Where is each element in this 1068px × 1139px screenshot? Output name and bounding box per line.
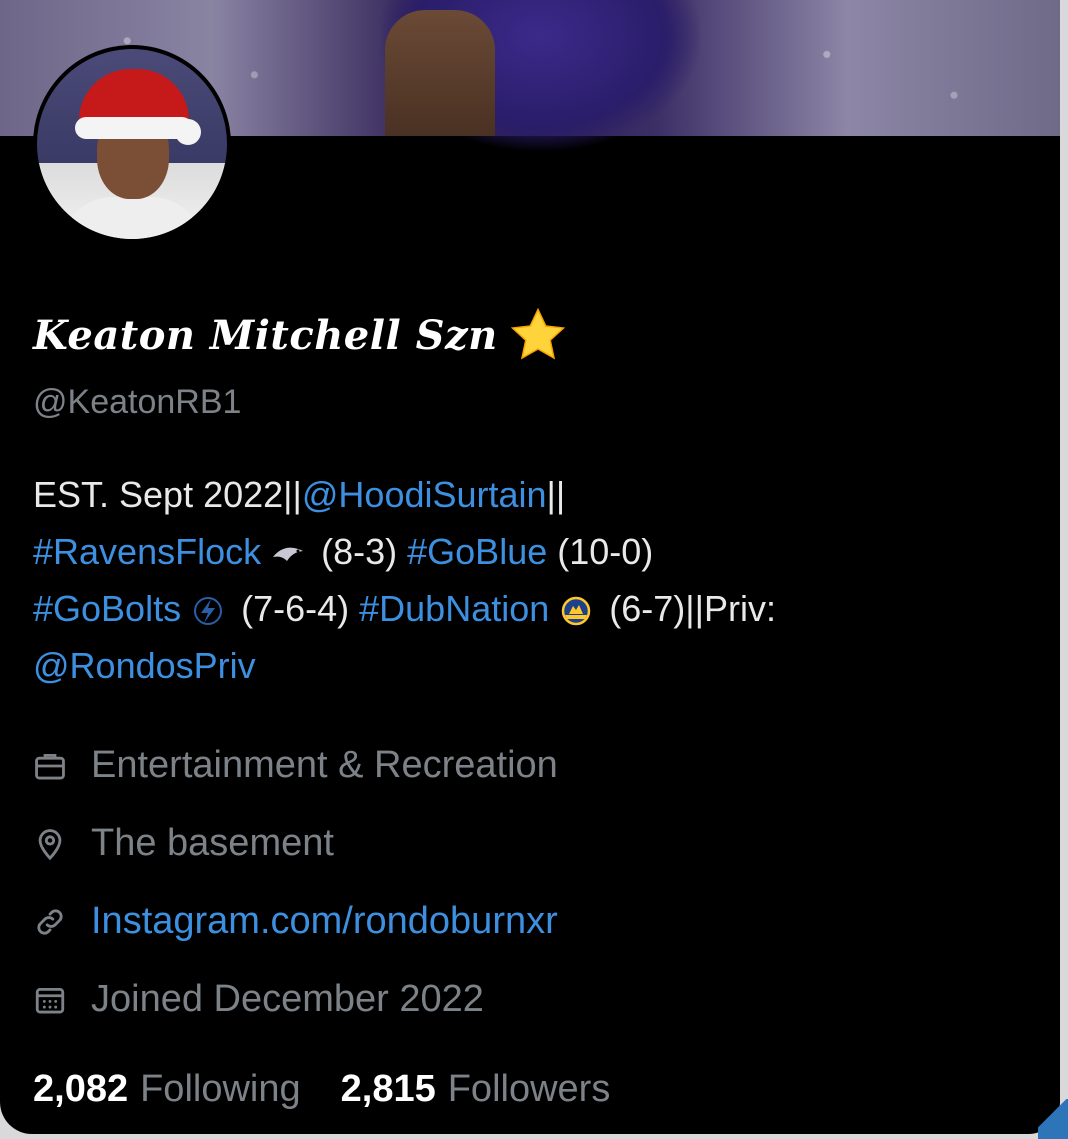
- briefcase-icon: [35, 753, 65, 779]
- follow-stats: 2,082 Following 2,815 Followers: [33, 1068, 610, 1111]
- corner-accent: [1038, 1099, 1068, 1139]
- profile-category: Entertainment & Recreation: [33, 744, 558, 787]
- profile-handle: @KeatonRB1: [33, 383, 242, 421]
- joined-text: Joined December 2022: [91, 978, 484, 1020]
- record-goblue: (10-0): [557, 531, 654, 572]
- display-name: Keaton Mitchell Szn: [33, 311, 498, 359]
- record-ravens: (8-3): [321, 531, 398, 572]
- followers-label: Followers: [447, 1068, 611, 1110]
- lightning-bolt-icon: [194, 597, 223, 626]
- profile-website: Instagram.com/rondoburnxr: [33, 900, 558, 943]
- location-text: The basement: [91, 822, 334, 864]
- followers-link[interactable]: 2,815 Followers: [341, 1068, 611, 1111]
- bio-mention-rondospriv[interactable]: @RondosPriv: [33, 645, 256, 686]
- location-pin-icon: [38, 828, 62, 860]
- hashtag-gobolts[interactable]: #GoBolts: [33, 588, 181, 629]
- avatar-photo: [37, 49, 227, 239]
- following-label: Following: [140, 1068, 301, 1110]
- link-icon: [37, 908, 63, 935]
- avatar[interactable]: [33, 45, 231, 243]
- profile-joined: Joined December 2022: [33, 978, 484, 1021]
- profile-bio: EST. Sept 2022||@HoodiSurtain|| #RavensF…: [33, 466, 1043, 694]
- star-icon: [510, 307, 565, 360]
- record-bolts: (7-6-4): [241, 588, 350, 629]
- raven-icon: [273, 548, 304, 562]
- bio-text: EST. Sept 2022||: [33, 474, 302, 515]
- record-dubnation: (6-7)||Priv:: [609, 588, 776, 629]
- hashtag-goblue[interactable]: #GoBlue: [407, 531, 547, 572]
- calendar-icon: [35, 987, 65, 1013]
- avatar-shirt: [62, 197, 202, 239]
- hashtag-dubnation[interactable]: #DubNation: [359, 588, 549, 629]
- profile-location: The basement: [33, 822, 334, 865]
- banner-player-arm: [385, 10, 495, 136]
- followers-count: 2,815: [340, 1068, 436, 1110]
- category-text: Entertainment & Recreation: [91, 744, 558, 786]
- warriors-logo-icon: [562, 597, 591, 626]
- following-link[interactable]: 2,082 Following: [33, 1068, 301, 1111]
- hashtag-ravensflock[interactable]: #RavensFlock: [33, 531, 261, 572]
- profile-card: Keaton Mitchell Szn @KeatonRB1 EST. Sept…: [0, 0, 1060, 1134]
- display-name-row: Keaton Mitchell Szn: [33, 300, 568, 370]
- santa-hat-pom: [175, 119, 201, 145]
- following-count: 2,082: [33, 1068, 129, 1110]
- bio-mention-hoodisurtain[interactable]: @HoodiSurtain: [302, 474, 547, 515]
- bio-text: ||: [546, 474, 566, 515]
- website-link[interactable]: Instagram.com/rondoburnxr: [91, 900, 558, 943]
